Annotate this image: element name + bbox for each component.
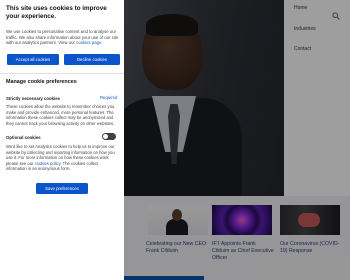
- strict-cookies-label: Strictly necessary cookies: [6, 96, 60, 101]
- save-preferences-button[interactable]: Save preferences: [36, 183, 88, 194]
- optional-cookies-description: We'd like to set Analytics cookies to he…: [6, 144, 120, 172]
- cookies-page-link[interactable]: cookies page: [76, 40, 101, 45]
- manage-preferences-title: Manage cookie preferences: [6, 79, 77, 85]
- required-badge: Required: [100, 95, 118, 100]
- divider: [0, 73, 124, 74]
- cookies-policy-link[interactable]: cookies policy: [35, 161, 61, 166]
- optional-cookies-toggle[interactable]: [102, 133, 116, 140]
- optional-cookies-label: Optional cookies: [6, 135, 41, 140]
- cookie-description-end: .: [101, 40, 103, 46]
- cookie-title: This site uses cookies to improve your e…: [6, 5, 107, 20]
- decline-button[interactable]: Decline cookies: [64, 54, 120, 65]
- accept-all-button[interactable]: Accept all cookies: [7, 54, 59, 65]
- cookie-consent-panel: This site uses cookies to improve your e…: [0, 0, 124, 280]
- strict-cookies-description: These cookies allow the website to remem…: [6, 104, 115, 126]
- toggle-knob: [103, 134, 108, 139]
- cookie-description: We use cookies to personalise content an…: [6, 29, 120, 46]
